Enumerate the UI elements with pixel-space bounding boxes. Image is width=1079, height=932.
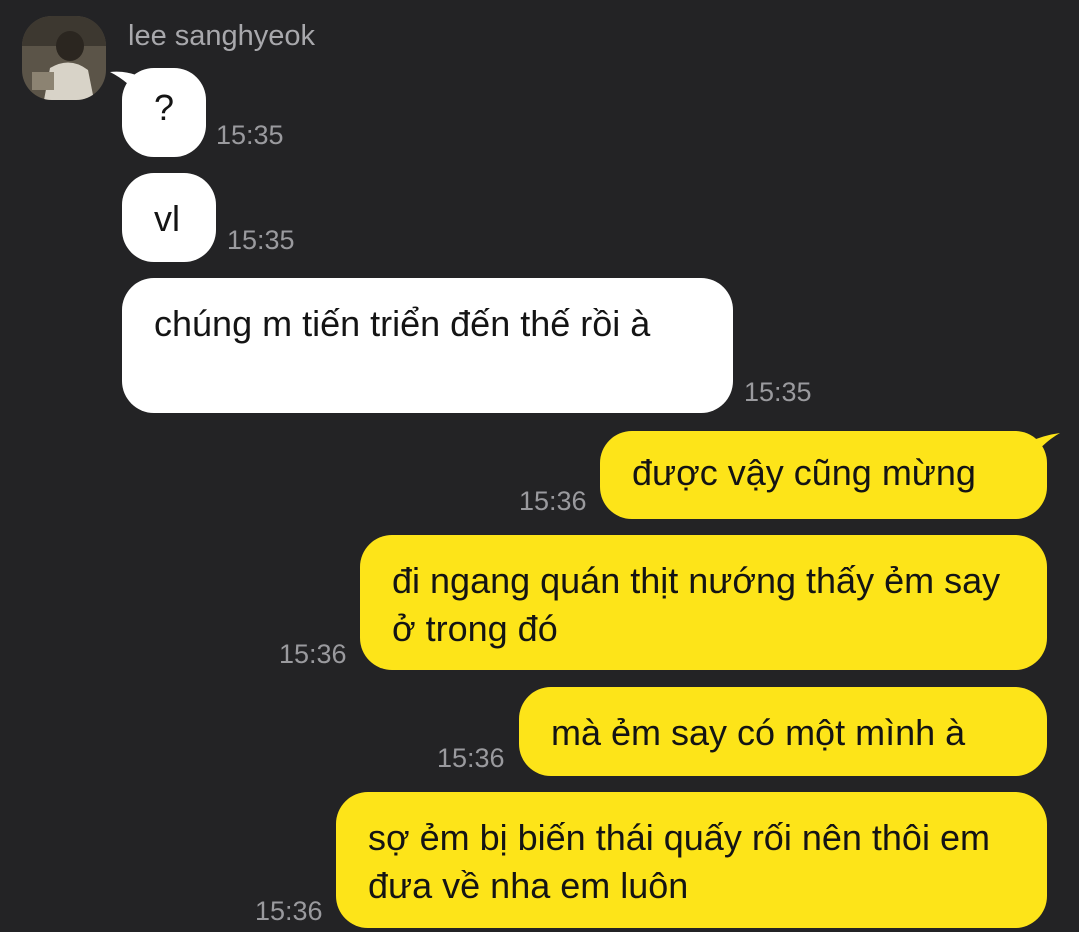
outgoing-message-bubble[interactable]: được vậy cũng mừng [600,431,1047,519]
outgoing-message-bubble[interactable]: đi ngang quán thịt nướng thấy ẻm say ở t… [360,535,1047,670]
message-timestamp: 15:35 [744,377,812,407]
incoming-message-bubble[interactable]: vl [122,173,216,262]
message-timestamp: 15:36 [437,743,505,773]
incoming-message-bubble[interactable]: ? [122,68,206,157]
outgoing-message-bubble[interactable]: mà ẻm say có một mình à [519,687,1047,776]
message-timestamp: 15:36 [255,896,323,926]
message-text: sợ ẻm bị biến thái quấy rối nên thôi em … [368,817,990,906]
message-text: vl [154,198,180,239]
message-timestamp: 15:35 [227,225,295,255]
incoming-message-bubble[interactable]: chúng m tiến triển đến thế rồi à [122,278,733,413]
message-timestamp: 15:36 [519,486,587,516]
message-text: đi ngang quán thịt nướng thấy ẻm say ở t… [392,560,1001,649]
message-text: được vậy cũng mừng [632,452,976,493]
message-text: mà ẻm say có một mình à [551,712,966,753]
message-timestamp: 15:36 [279,639,347,669]
sender-name: lee sanghyeok [128,20,316,52]
user-avatar-photo-icon [22,16,106,100]
message-timestamp: 15:35 [216,120,284,150]
outgoing-message-bubble[interactable]: sợ ẻm bị biến thái quấy rối nên thôi em … [336,792,1047,928]
message-text: chúng m tiến triển đến thế rồi à [154,303,651,344]
message-text: ? [154,87,175,128]
sender-avatar[interactable] [22,16,106,100]
